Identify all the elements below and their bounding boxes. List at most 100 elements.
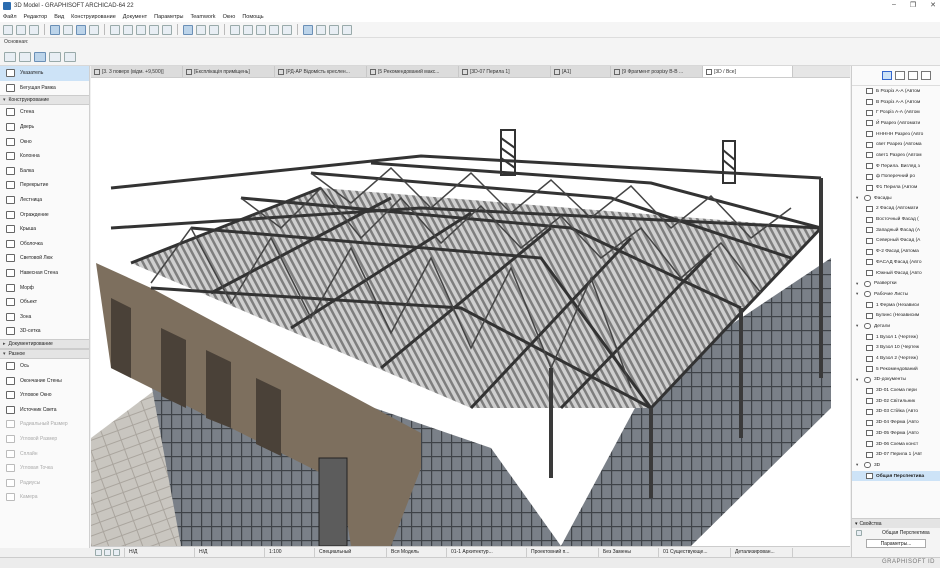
tool-roof[interactable]: Крыша xyxy=(0,222,89,237)
scale-field[interactable]: 1:100 xyxy=(265,547,315,557)
arrow-selection-icon[interactable] xyxy=(34,52,46,62)
maximize-icon[interactable]: ❐ xyxy=(910,1,916,9)
gravity-icon[interactable] xyxy=(183,24,193,35)
tab-3d-all[interactable]: [3D / Все] xyxy=(703,66,793,77)
override-field[interactable]: Без Замены xyxy=(599,547,659,557)
navigator-item[interactable]: 3 Вузол 10 (Чертеж xyxy=(852,343,940,354)
model-view-field[interactable]: Проектовний п... xyxy=(527,547,599,557)
zoom-icon[interactable] xyxy=(29,24,39,35)
navigator-folder[interactable]: ▾ 3D xyxy=(852,460,940,471)
render-icon[interactable] xyxy=(342,24,352,35)
tool-mesh[interactable]: 3D-сетка xyxy=(0,324,89,339)
navigator-folder[interactable]: ▾ Рабочие Листы xyxy=(852,289,940,300)
view-map-icon[interactable] xyxy=(895,71,905,80)
redo-icon[interactable] xyxy=(16,24,26,35)
renovation-field[interactable]: 01 Существующе... xyxy=(659,547,731,557)
navigator-item[interactable]: ННННН Разрез (Авто xyxy=(852,129,940,140)
tool-lamp[interactable]: Источник Света xyxy=(0,402,89,417)
navigator-item[interactable]: 5 Рекомендований xyxy=(852,364,940,375)
tool-wall[interactable]: Стена xyxy=(0,105,89,120)
chevron-down-icon[interactable]: ▾ xyxy=(856,377,861,383)
3d-viewport[interactable] xyxy=(91,78,850,546)
tool-window[interactable]: Окно xyxy=(0,134,89,149)
navigator-item[interactable]: Западный Фасад (А xyxy=(852,225,940,236)
tab-detail[interactable]: [5 Рекомендований макс... xyxy=(367,66,459,77)
navigator-item[interactable]: 3D-01 Схема пери xyxy=(852,385,940,396)
properties-header[interactable]: ▾ Свойства xyxy=(852,519,940,528)
navigator-item[interactable]: Г Розріз А-А (Автом xyxy=(852,107,940,118)
navigator-item[interactable]: Ф Перила. Вигляд з xyxy=(852,161,940,172)
model-view-icon[interactable] xyxy=(76,24,86,35)
menu-file[interactable]: Файл xyxy=(3,14,17,20)
menu-document[interactable]: Документ xyxy=(123,14,147,20)
tool-corner-window[interactable]: Угловое Окно xyxy=(0,388,89,403)
navigator-item[interactable]: 3D-05 Ферма (Авто xyxy=(852,428,940,439)
arrow-icon[interactable] xyxy=(110,24,120,35)
navigator-item[interactable]: 3D-03 Стійка (Авто xyxy=(852,407,940,418)
undo-icon[interactable] xyxy=(3,24,13,35)
tool-wall-end[interactable]: Окончание Стены xyxy=(0,373,89,388)
menu-options[interactable]: Параметры xyxy=(154,14,183,20)
navigator-item[interactable]: Южный Фасад (Авто xyxy=(852,268,940,279)
structure-display-field[interactable]: Вся Модель xyxy=(387,547,447,557)
quick-selection-icon[interactable] xyxy=(49,52,61,62)
tool-marquee[interactable]: Бегущая Рамка xyxy=(0,81,89,96)
rotate-icon[interactable] xyxy=(243,24,253,35)
tool-zone[interactable]: Зона xyxy=(0,310,89,325)
mirror-icon[interactable] xyxy=(256,24,266,35)
zoom-out-icon[interactable] xyxy=(104,548,111,556)
navigator-item[interactable]: Б Розріз А-А (Автом xyxy=(852,86,940,97)
navigator-item[interactable]: 3D-02 Світильник xyxy=(852,396,940,407)
suspend-group-icon[interactable] xyxy=(162,24,172,35)
group-icon[interactable] xyxy=(149,24,159,35)
tool-beam[interactable]: Балка xyxy=(0,164,89,179)
layer-combo-icon[interactable] xyxy=(50,24,60,35)
detail-level-field[interactable]: Детализирован... xyxy=(731,547,793,557)
magic-wand-icon[interactable] xyxy=(196,24,206,35)
partial-structure-icon[interactable] xyxy=(19,52,31,62)
navigator-folder[interactable]: ▾ Детали xyxy=(852,321,940,332)
tool-skylight[interactable]: Световой Люк xyxy=(0,251,89,266)
tool-railing[interactable]: Ограждение xyxy=(0,207,89,222)
navigator-item[interactable]: 1 Вузол 1 (Чертеж) xyxy=(852,332,940,343)
navigator-item[interactable]: 3D-04 Ферма (Авто xyxy=(852,417,940,428)
navigator-item[interactable]: ф Поперечний ро xyxy=(852,172,940,183)
zoom-in-icon[interactable] xyxy=(95,548,102,556)
trace-icon[interactable] xyxy=(136,24,146,35)
elevate-icon[interactable] xyxy=(269,24,279,35)
layout-book-icon[interactable] xyxy=(908,71,918,80)
perspective-icon[interactable] xyxy=(316,24,326,35)
tool-column[interactable]: Колонна xyxy=(0,149,89,164)
section-design[interactable]: ▾ Конструирование xyxy=(0,95,89,106)
pen-set-field[interactable]: 01-1 Архитектур... xyxy=(447,547,527,557)
menu-window[interactable]: Окно xyxy=(223,14,236,20)
orbit-icon[interactable] xyxy=(329,24,339,35)
tool-object[interactable]: Объект xyxy=(0,295,89,310)
navigator-item[interactable]: В Розріз А-А (Автом xyxy=(852,97,940,108)
chevron-down-icon[interactable]: ▾ xyxy=(856,291,861,297)
layer-combo-field[interactable]: Специальный xyxy=(315,547,387,557)
tool-morph[interactable]: Морф xyxy=(0,280,89,295)
navigator-folder[interactable]: ▾ 3D-документы xyxy=(852,375,940,386)
measure-icon[interactable] xyxy=(230,24,240,35)
navigator-item[interactable]: Ф1 Перила (Автом xyxy=(852,182,940,193)
pointer-icon[interactable] xyxy=(64,52,76,62)
close-icon[interactable]: ✕ xyxy=(930,1,936,9)
navigator-item[interactable]: 3D-06 Схема конст xyxy=(852,439,940,450)
navigator-item[interactable]: Ф-2 Фасад (Автома xyxy=(852,246,940,257)
zoom-controls[interactable] xyxy=(91,547,125,557)
navigator-item[interactable]: ФАСАД Фасад (Авто xyxy=(852,257,940,268)
fit-in-window-icon[interactable] xyxy=(113,548,120,556)
navigator-item[interactable]: свет1 Разрез (Автом xyxy=(852,150,940,161)
navigator-item[interactable]: Восточный Фасад ( xyxy=(852,214,940,225)
angle-field[interactable]: Н/Д xyxy=(125,547,195,557)
tab-3d-document[interactable]: [3D-07 Перила 1] xyxy=(459,66,551,77)
grid-icon[interactable] xyxy=(89,24,99,35)
tab-layout[interactable]: [А1] xyxy=(551,66,611,77)
tool-stair[interactable]: Лестница xyxy=(0,193,89,208)
settings-button[interactable]: Параметры... xyxy=(866,539,926,548)
menu-edit[interactable]: Редактор xyxy=(24,14,48,20)
navigator-item[interactable]: Й Разрез (Автомати xyxy=(852,118,940,129)
tab-floor-plan[interactable]: [3. 3 поверх (відм. +9,500)] xyxy=(91,66,183,77)
tool-arrow[interactable]: Указатель xyxy=(0,66,89,81)
